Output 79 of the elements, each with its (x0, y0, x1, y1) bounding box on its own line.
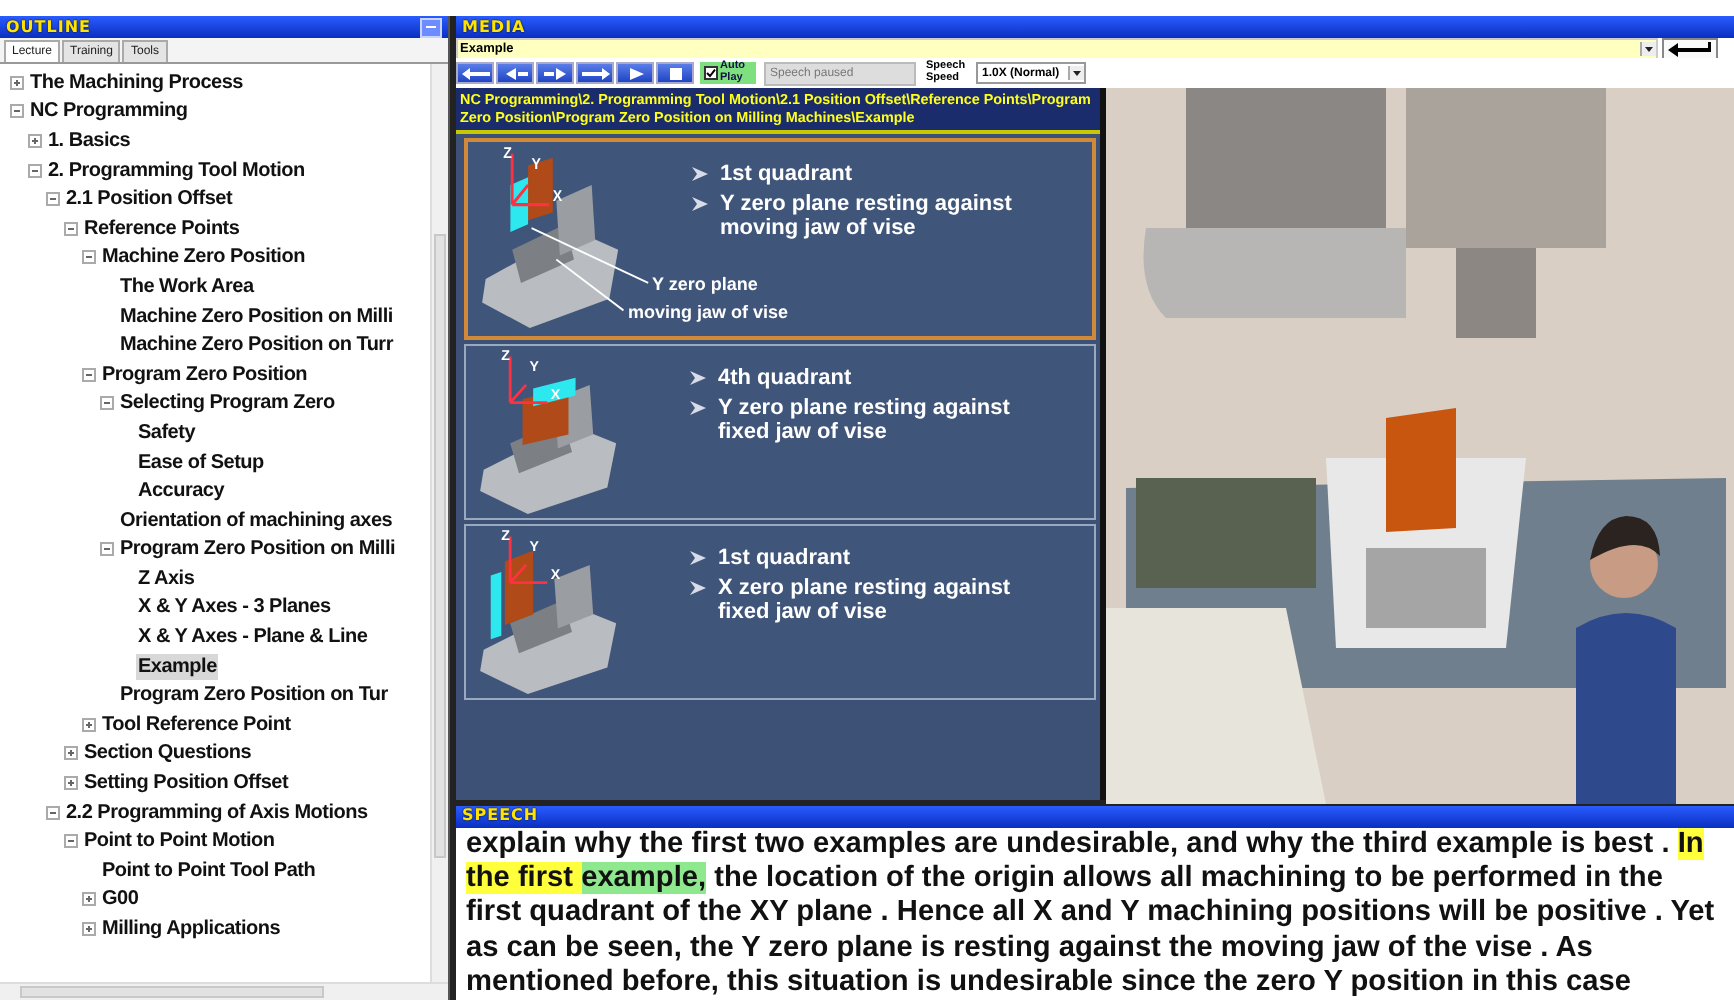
speech-text: explain why the first two examples are undesirable, and why the third example is best . In the first example, the location of the origin allows all machining to be performed in the first quadrant of the XY plane . Hence all X and Y machining positions will be positive . Yet as can be seen, the Y zero plane is resting against the moving jaw of the vise . As mentioned before, this situation is undesirable since the zero Y position in this case (464, 827, 1717, 1000)
panel-title: MEDIA (462, 17, 526, 37)
rewind-button[interactable] (496, 62, 534, 84)
tree-item[interactable]: Ease of Setup (136, 449, 266, 476)
collapse-icon[interactable] (64, 221, 78, 236)
expand-icon[interactable] (64, 776, 78, 791)
axis-label: Y (531, 154, 541, 174)
stop-button[interactable] (656, 62, 694, 84)
callout-label: moving jaw of vise (628, 302, 789, 322)
slide-card[interactable]: Z Y X 1st quadrant Y zero plane resting against moving jaw of vise Y zero plane moving jaw of vise (464, 138, 1096, 340)
bullet-text: Y zero plane resting against moving jaw of vise (720, 192, 1014, 240)
collapse-icon[interactable] (10, 104, 24, 119)
tree-item[interactable]: X & Y Axes - Plane & Line (136, 624, 370, 651)
tree-item[interactable]: Accuracy (136, 478, 227, 505)
forward-arrow-button[interactable] (576, 62, 614, 84)
play-button[interactable] (616, 62, 654, 84)
forward-button[interactable] (536, 62, 574, 84)
collapse-icon[interactable] (46, 805, 60, 820)
expand-icon[interactable] (82, 922, 96, 937)
expand-icon[interactable] (28, 133, 42, 148)
tree-item[interactable]: Orientation of machining axes (118, 507, 395, 534)
tree-item[interactable]: Machine Zero Position on Turr (118, 332, 395, 359)
expand-icon[interactable] (82, 892, 96, 907)
minimize-button[interactable] (420, 17, 442, 37)
callout-label: Y zero plane (652, 274, 758, 294)
tree-item[interactable]: Example (136, 653, 219, 680)
tree-item[interactable]: Program Zero Position (100, 361, 310, 388)
tree-item[interactable]: Reference Points (82, 215, 242, 242)
tree-item[interactable]: Point to Point Tool Path (100, 857, 318, 884)
scrollbar[interactable] (0, 982, 448, 1000)
panel-title: SPEECH (462, 806, 539, 827)
tree-item[interactable]: Selecting Program Zero (118, 390, 337, 417)
bullet-text: X zero plane resting against fixed jaw of vise (718, 576, 1013, 624)
dropdown-arrow-icon (1067, 66, 1084, 80)
collapse-icon[interactable] (82, 250, 96, 265)
bullet-text: 4th quadrant (718, 366, 854, 390)
tree-item[interactable]: G00 (100, 886, 141, 913)
checkbox[interactable] (704, 66, 718, 80)
tree-item[interactable]: X & Y Axes - 3 Planes (136, 594, 333, 621)
forward-arrow-icon (579, 65, 611, 81)
tree-item[interactable]: Z Axis (136, 565, 197, 592)
bullet-text: Y zero plane resting against fixed jaw of vise (718, 396, 1012, 444)
tree-item[interactable]: 2.2 Programming of Axis Motions (64, 799, 370, 826)
panel-title: OUTLINE (6, 17, 91, 37)
collapse-icon[interactable] (28, 163, 42, 178)
tree-item[interactable]: Safety (136, 419, 198, 446)
forward-icon (539, 65, 571, 81)
tree-item[interactable]: Machine Zero Position (100, 244, 307, 271)
enter-button[interactable] (1662, 37, 1718, 59)
tree-item[interactable]: Program Zero Position on Milli (118, 536, 398, 563)
tree-item[interactable]: Section Questions (82, 740, 254, 767)
tree-item[interactable]: Milling Applications (100, 916, 283, 943)
tree-item[interactable]: Machine Zero Position on Milli (118, 303, 395, 330)
collapse-icon[interactable] (46, 192, 60, 207)
back-arrow-icon (459, 65, 491, 81)
scrollbar[interactable] (430, 64, 448, 982)
axis-label: X (552, 186, 563, 205)
tree-item[interactable]: Point to Point Motion (82, 828, 277, 855)
tree-item[interactable]: 2. Programming Tool Motion (46, 157, 307, 184)
collapse-icon[interactable] (82, 367, 96, 382)
tree-item[interactable]: The Work Area (118, 273, 256, 300)
collapse-icon[interactable] (100, 542, 114, 557)
bullet-text: 1st quadrant (718, 546, 853, 570)
tree-item[interactable]: Tool Reference Point (100, 711, 293, 738)
tree-item[interactable]: Setting Position Offset (82, 770, 291, 797)
collapse-icon[interactable] (64, 834, 78, 849)
expand-icon[interactable] (10, 75, 24, 90)
back-arrow-button[interactable] (456, 62, 494, 84)
expand-icon[interactable] (82, 717, 96, 732)
tree-item[interactable]: 2.1 Position Offset (64, 186, 235, 213)
tree-item[interactable]: 1. Basics (46, 127, 133, 154)
collapse-icon[interactable] (100, 396, 114, 411)
tree-item[interactable]: NC Programming (28, 98, 190, 125)
tree-item[interactable]: Program Zero Position on Tur (118, 682, 390, 709)
dropdown-arrow-icon (1640, 41, 1656, 55)
expand-icon[interactable] (64, 746, 78, 761)
bullet-text: 1st quadrant (720, 162, 855, 186)
tree-item[interactable]: The Machining Process (28, 69, 245, 96)
axis-label: Z (503, 142, 512, 162)
